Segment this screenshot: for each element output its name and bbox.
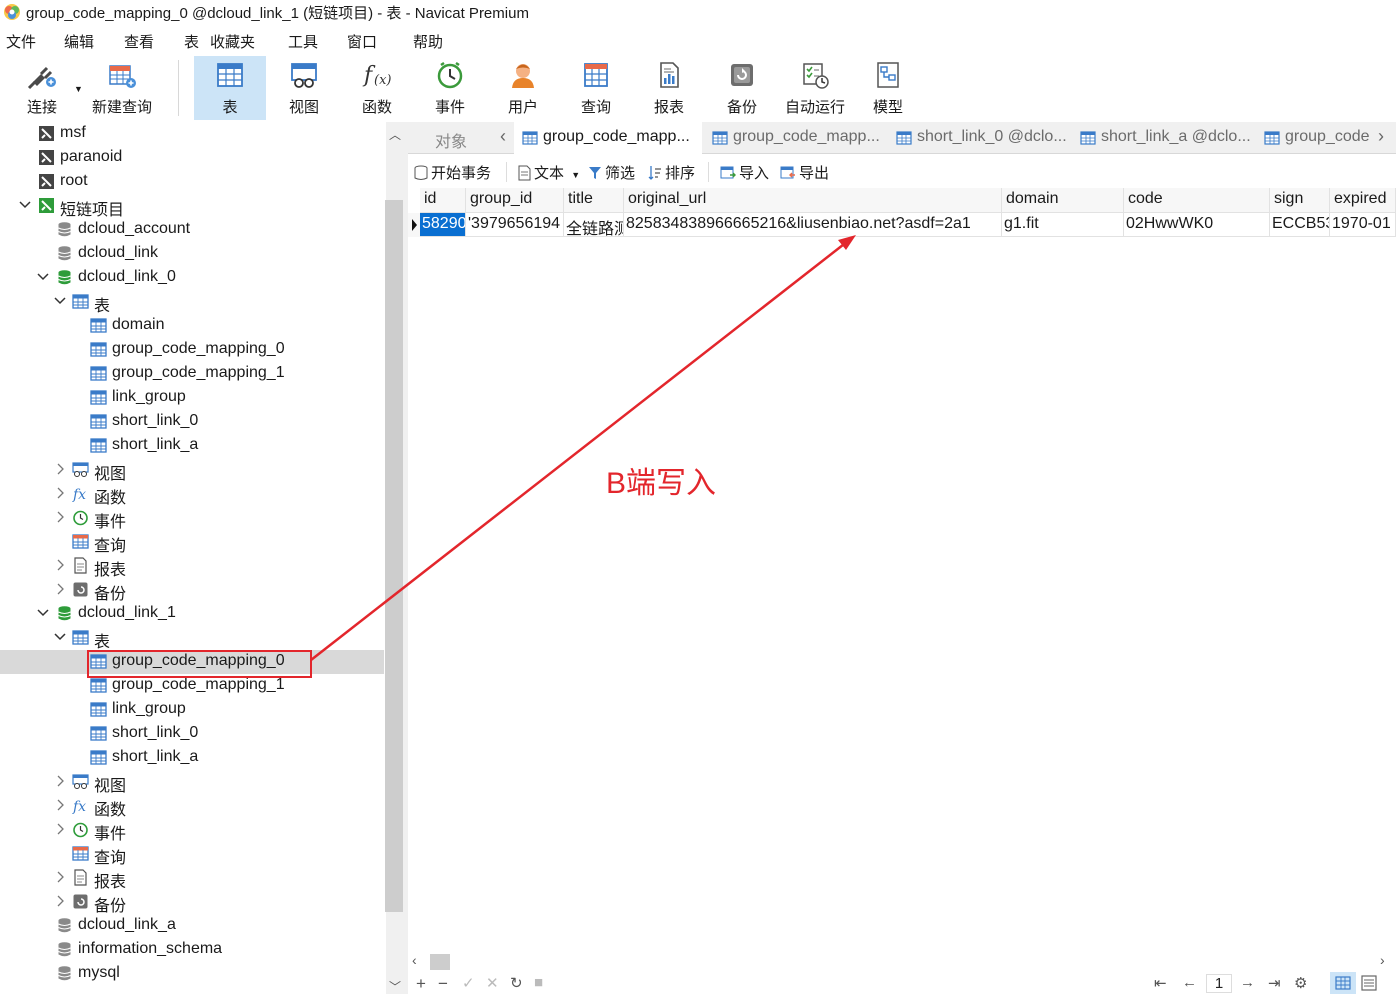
record-navigation-bar: + − ✓ ✕ ↻ ■ ⇤ ← 1 → ⇥ ⚙ <box>408 972 1396 996</box>
page-number[interactable]: 1 <box>1206 974 1232 993</box>
apply-changes-icon[interactable]: ✓ <box>462 974 475 992</box>
discard-changes-icon[interactable]: ✕ <box>486 974 499 992</box>
grid-view-button[interactable] <box>1330 972 1356 994</box>
add-record-icon[interactable]: + <box>416 974 426 994</box>
scroll-right-icon[interactable]: › <box>1380 952 1385 968</box>
previous-page-icon[interactable]: ← <box>1182 974 1197 991</box>
last-page-icon[interactable]: ⇥ <box>1268 974 1281 992</box>
horizontal-scroll-thumb[interactable] <box>430 954 450 970</box>
form-view-button[interactable] <box>1360 974 1378 996</box>
first-page-icon[interactable]: ⇤ <box>1154 974 1167 992</box>
annotation-arrow-line <box>310 240 849 661</box>
grid-horizontal-scrollbar[interactable]: ‹ › <box>408 952 1396 972</box>
annotation-highlight-box <box>87 650 312 678</box>
next-page-icon[interactable]: → <box>1240 974 1255 991</box>
scroll-left-icon[interactable]: ‹ <box>412 952 417 968</box>
refresh-icon[interactable]: ↻ <box>510 974 523 992</box>
form-view-icon <box>1361 975 1377 991</box>
delete-record-icon[interactable]: − <box>438 974 448 994</box>
settings-gear-icon[interactable]: ⚙ <box>1294 974 1307 992</box>
annotation-label: B端写入 <box>606 467 717 500</box>
stop-icon[interactable]: ■ <box>534 974 543 991</box>
grid-view-icon <box>1335 976 1351 990</box>
